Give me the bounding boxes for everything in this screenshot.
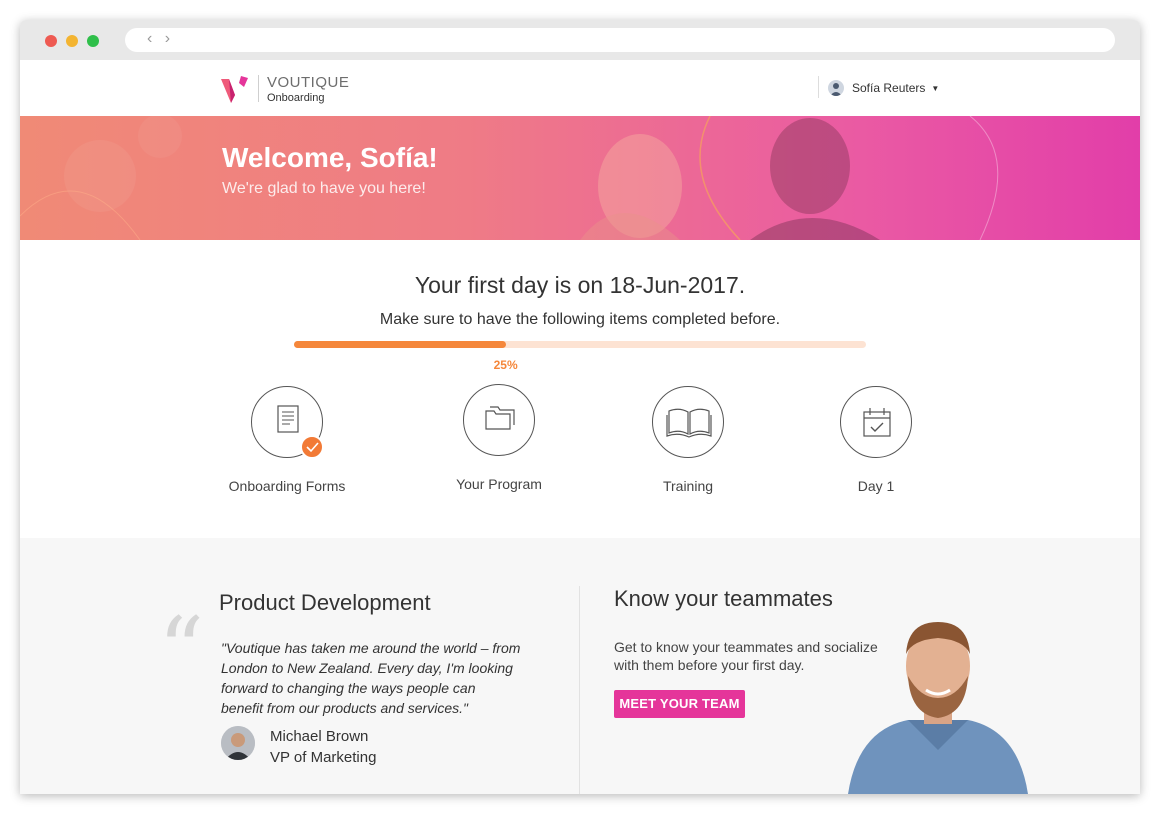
- welcome-banner: Welcome, Sofía! We're glad to have you h…: [20, 116, 1140, 240]
- user-divider: [818, 76, 819, 98]
- meet-your-team-button[interactable]: MEET YOUR TEAM: [614, 690, 745, 718]
- back-forward-icons[interactable]: ‹ ›: [147, 28, 174, 52]
- brand-subtitle: Onboarding: [267, 92, 325, 104]
- step-circle: [652, 386, 724, 458]
- step-label: Your Program: [456, 476, 542, 492]
- teammates-title: Know your teammates: [614, 586, 833, 611]
- voutique-logo-icon[interactable]: [220, 73, 250, 105]
- chevron-down-icon: ▼: [931, 83, 940, 93]
- logo-divider: [258, 75, 259, 102]
- welcome-subtitle: We're glad to have you here!: [222, 180, 426, 197]
- minimize-window-button[interactable]: [66, 35, 78, 47]
- completed-check-icon: [300, 435, 324, 459]
- onboarding-progress-bar: [294, 341, 866, 348]
- brand-name: VOUTIQUE: [267, 74, 350, 91]
- step-training[interactable]: Training: [608, 386, 768, 494]
- product-development-title: Product Development: [219, 590, 431, 615]
- book-icon: [666, 408, 712, 438]
- step-your-program[interactable]: Your Program: [419, 384, 579, 492]
- author-role: VP of Marketing: [270, 749, 377, 766]
- step-day-1[interactable]: Day 1: [796, 386, 956, 494]
- step-circle: [840, 386, 912, 458]
- calendar-check-icon: [863, 408, 891, 437]
- testimonial-quote: "Voutique has taken me around the world …: [221, 640, 521, 716]
- step-circle: [251, 386, 324, 459]
- step-label: Onboarding Forms: [228, 478, 346, 494]
- info-section: Product Development “ "Voutique has take…: [20, 538, 1140, 794]
- browser-chrome: ‹ ›: [20, 20, 1140, 60]
- browser-window: ‹ › VOUTIQUE Onboarding Sofía Reuters ▼: [20, 20, 1140, 794]
- folders-icon: [485, 406, 515, 430]
- user-avatar-icon: [828, 80, 844, 96]
- close-window-button[interactable]: [45, 35, 57, 47]
- step-label: Day 1: [857, 478, 895, 494]
- banner-background-art: [20, 116, 999, 240]
- user-name: Sofía Reuters: [852, 81, 926, 95]
- user-menu[interactable]: Sofía Reuters ▼: [828, 78, 939, 98]
- maximize-window-button[interactable]: [87, 35, 99, 47]
- step-label: Training: [662, 478, 714, 494]
- progress-fill: [294, 341, 506, 348]
- author-avatar: [221, 726, 255, 760]
- checklist-instruction: Make sure to have the following items co…: [379, 311, 781, 328]
- author-name: Michael Brown: [270, 728, 369, 745]
- app-header: VOUTIQUE Onboarding Sofía Reuters ▼: [20, 60, 1140, 117]
- welcome-title: Welcome, Sofía!: [222, 142, 438, 173]
- address-bar[interactable]: ‹ ›: [125, 28, 1115, 52]
- section-divider: [579, 586, 580, 794]
- progress-percent-label: 25%: [493, 358, 518, 372]
- step-onboarding-forms[interactable]: Onboarding Forms: [207, 386, 367, 494]
- teammate-photo: [848, 622, 1028, 794]
- first-day-heading: Your first day is on 18-Jun-2017.: [414, 272, 746, 298]
- step-circle: [463, 384, 535, 456]
- quote-icon: “: [158, 598, 205, 703]
